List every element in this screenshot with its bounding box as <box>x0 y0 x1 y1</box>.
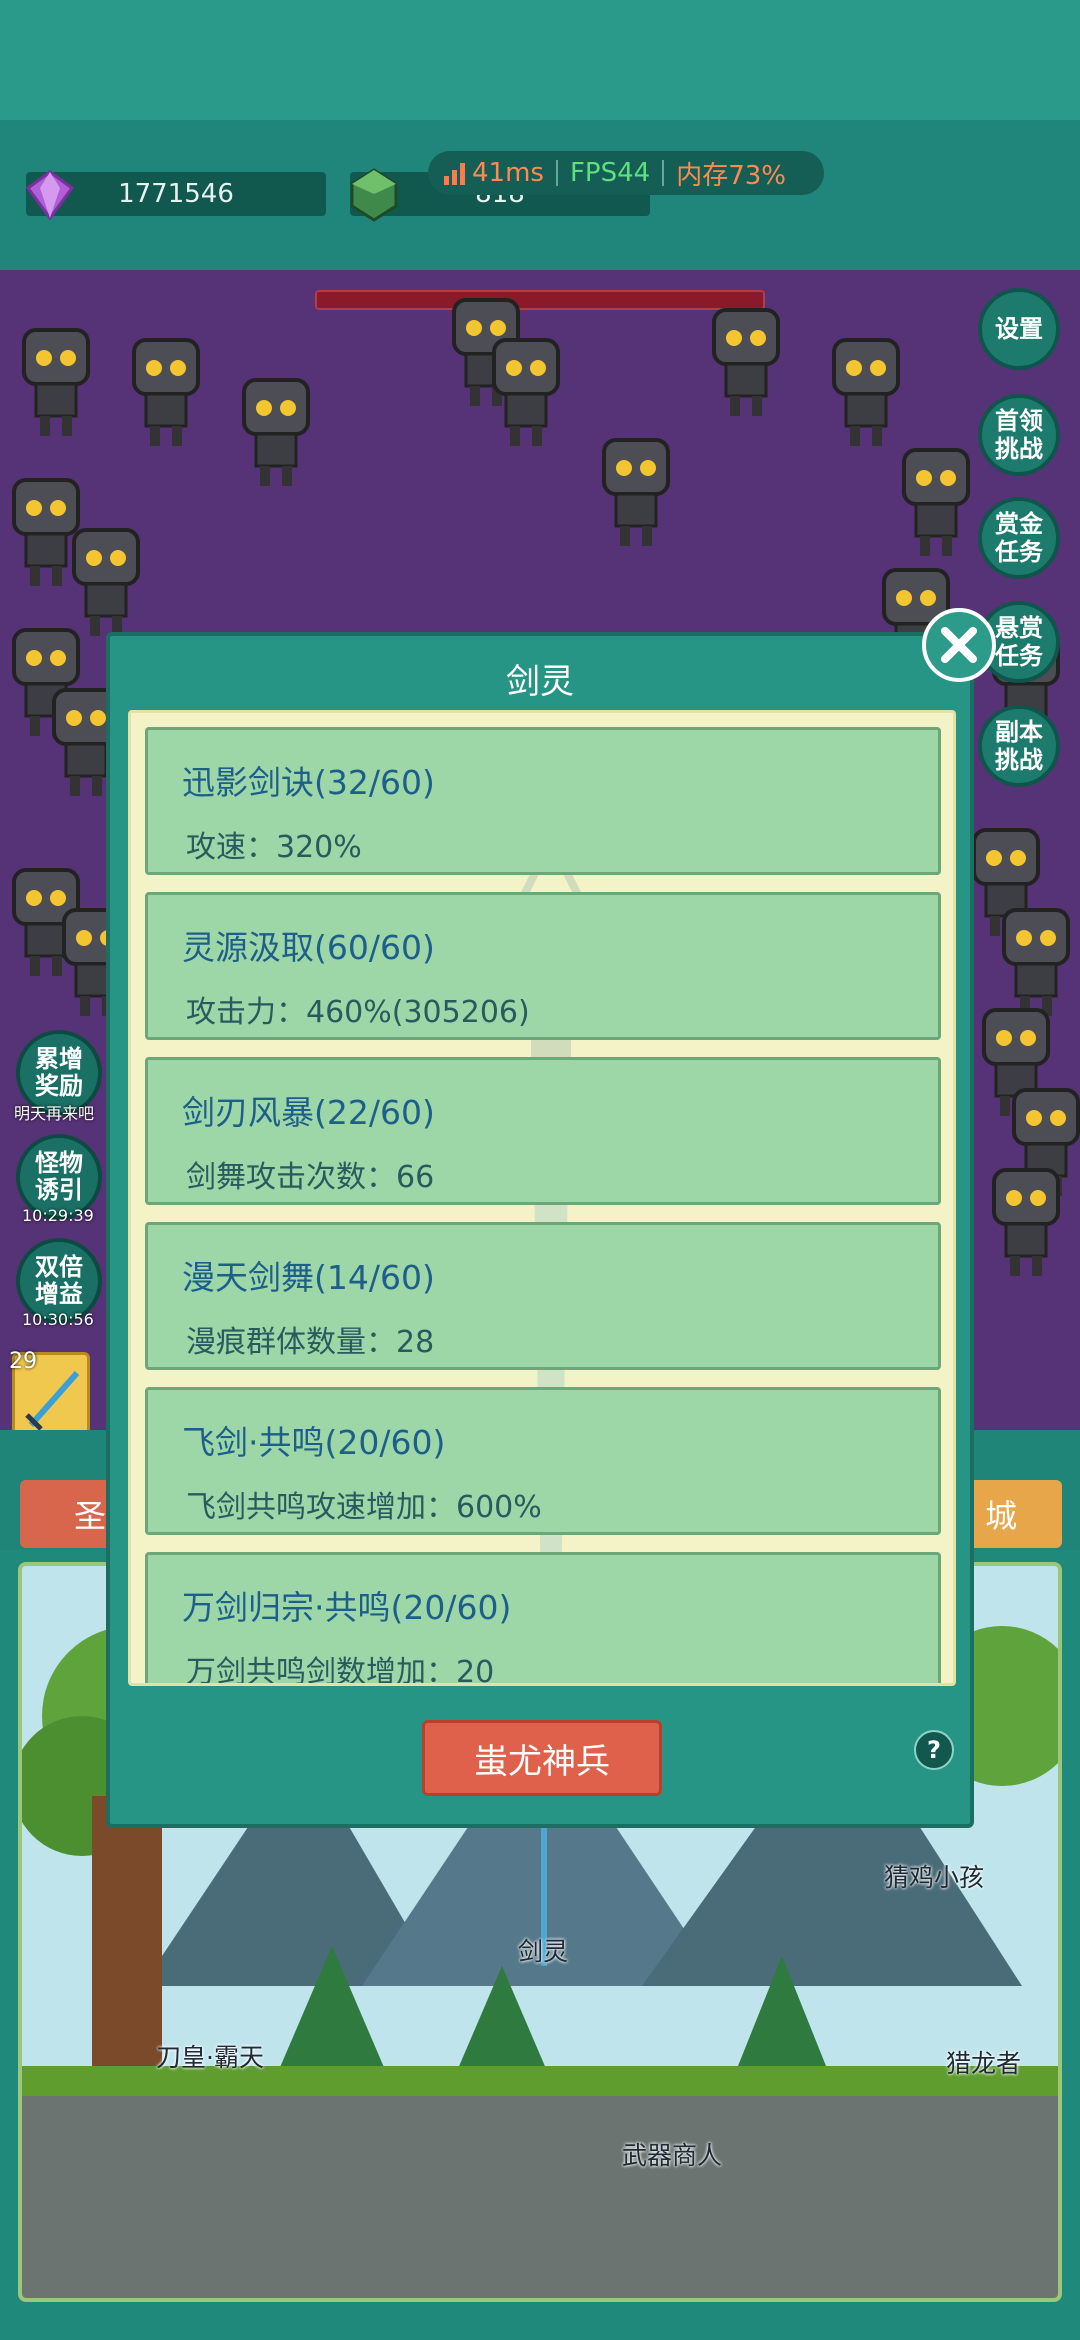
dialog-title: 剑灵 <box>506 662 574 702</box>
left-shop-label: 圣 <box>73 1497 106 1535</box>
boss-challenge-button[interactable]: 首领 挑战 <box>978 394 1060 476</box>
skill-desc: 漫痕群体数量：28 <box>186 1325 435 1360</box>
skill-panel[interactable]: 迅影剑诀(32/60) 攻速：320% 灵源汲取(60/60) 攻击力：460%… <box>128 710 956 1686</box>
slot-level: 29 <box>9 1349 37 1374</box>
chiyou-weapon-button[interactable]: 蚩尤神兵 <box>422 1720 662 1796</box>
skill-desc: 剑舞攻击次数：66 <box>186 1160 435 1195</box>
gem-icon <box>25 170 75 221</box>
skill-name: 剑刃风暴(22/60) <box>182 1093 435 1132</box>
skill-desc: 万剑共鸣剑数增加：20 <box>186 1655 495 1686</box>
skill-name: 飞剑·共鸣(20/60) <box>182 1423 446 1462</box>
robot-enemy-icon <box>712 308 780 416</box>
settings-button[interactable]: 设置 <box>978 288 1060 370</box>
skill-card[interactable]: 迅影剑诀(32/60) 攻速：320% <box>145 727 941 875</box>
cumulative-reward-note: 明天再来吧 <box>14 1104 95 1123</box>
divider <box>555 160 558 186</box>
skill-card[interactable]: 剑刃风暴(22/60) 剑舞攻击次数：66 <box>145 1057 941 1205</box>
game-screen: 1771546 818 41ms FPS44 内存73% 设置 首领 挑战 赏金… <box>0 0 1080 2340</box>
robot-enemy-icon <box>22 328 90 436</box>
robot-enemy-icon <box>492 338 560 446</box>
skill-desc: 攻速：320% <box>186 830 362 865</box>
close-icon <box>941 627 977 663</box>
monster-lure-label: 怪物 诱引 <box>35 1149 83 1204</box>
divider <box>662 160 665 186</box>
npc-label-blade-emperor[interactable]: 刀皇·霸天 <box>156 2038 264 2074</box>
dungeon-challenge-button[interactable]: 副本 挑战 <box>978 705 1060 787</box>
signal-icon <box>444 163 465 185</box>
ore-icon <box>350 168 398 222</box>
robot-enemy-icon <box>132 338 200 446</box>
gem-count: 1771546 <box>118 179 234 209</box>
skill-card[interactable]: 万剑归宗·共鸣(20/60) 万剑共鸣剑数增加：20 <box>145 1552 941 1686</box>
skill-list: 迅影剑诀(32/60) 攻速：320% 灵源汲取(60/60) 攻击力：460%… <box>145 727 941 1686</box>
close-button[interactable] <box>922 608 996 682</box>
npc-label-sword-spirit[interactable]: 剑灵 <box>518 1932 568 1968</box>
chiyou-weapon-label: 蚩尤神兵 <box>474 1741 610 1782</box>
robot-enemy-icon <box>242 378 310 486</box>
bounty-quest-label: 赏金 任务 <box>995 510 1043 566</box>
settings-label: 设置 <box>995 315 1043 343</box>
robot-enemy-icon <box>902 448 970 556</box>
cumulative-reward-label: 累增 奖励 <box>35 1045 83 1100</box>
skill-card[interactable]: 飞剑·共鸣(20/60) 飞剑共鸣攻速增加：600% <box>145 1387 941 1535</box>
latency-value: 41ms <box>472 158 544 188</box>
skill-card[interactable]: 漫天剑舞(14/60) 漫痕群体数量：28 <box>145 1222 941 1370</box>
double-boost-timer: 10:30:56 <box>22 1310 94 1329</box>
double-boost-label: 双倍 增益 <box>35 1253 83 1308</box>
top-bar <box>0 0 1080 120</box>
sword-spirit-dialog: 剑灵 迅影剑诀(32/60) 攻速：320% 灵源汲取(60/60) 攻击力：4… <box>106 632 974 1828</box>
skill-desc: 飞剑共鸣攻速增加：600% <box>186 1490 542 1525</box>
city-label: 城 <box>984 1497 1017 1535</box>
fps-value: FPS44 <box>569 158 651 188</box>
gem-counter: 1771546 <box>25 170 326 221</box>
boss-health-bar <box>315 290 765 310</box>
performance-overlay: 41ms FPS44 内存73% <box>428 151 824 195</box>
skill-card[interactable]: 灵源汲取(60/60) 攻击力：460%(305206) <box>145 892 941 1040</box>
skill-name: 迅影剑诀(32/60) <box>182 763 435 802</box>
skill-name: 万剑归宗·共鸣(20/60) <box>182 1588 512 1627</box>
npc-label-guess-kid[interactable]: 猜鸡小孩 <box>884 1858 984 1894</box>
boss-challenge-label: 首领 挑战 <box>995 407 1043 463</box>
help-icon[interactable]: ? <box>914 1730 954 1770</box>
monster-lure-timer: 10:29:39 <box>22 1206 94 1225</box>
memory-value: 内存73% <box>676 160 786 191</box>
dungeon-challenge-label: 副本 挑战 <box>995 718 1043 774</box>
skill-name: 灵源汲取(60/60) <box>182 928 435 967</box>
weapon-slot[interactable]: 29 <box>9 1349 90 1436</box>
help-label: ? <box>927 1736 941 1764</box>
skill-desc: 攻击力：460%(305206) <box>186 995 530 1030</box>
npc-label-weapon-merchant[interactable]: 武器商人 <box>622 2136 722 2172</box>
robot-enemy-icon <box>992 1168 1060 1276</box>
bounty-quest-button[interactable]: 赏金 任务 <box>978 497 1060 579</box>
skill-name: 漫天剑舞(14/60) <box>182 1258 435 1297</box>
reward-quest-label: 悬赏 任务 <box>995 614 1043 670</box>
robot-enemy-icon <box>602 438 670 546</box>
robot-enemy-icon <box>832 338 900 446</box>
npc-label-dragon-hunter[interactable]: 猎龙者 <box>946 2044 1021 2080</box>
